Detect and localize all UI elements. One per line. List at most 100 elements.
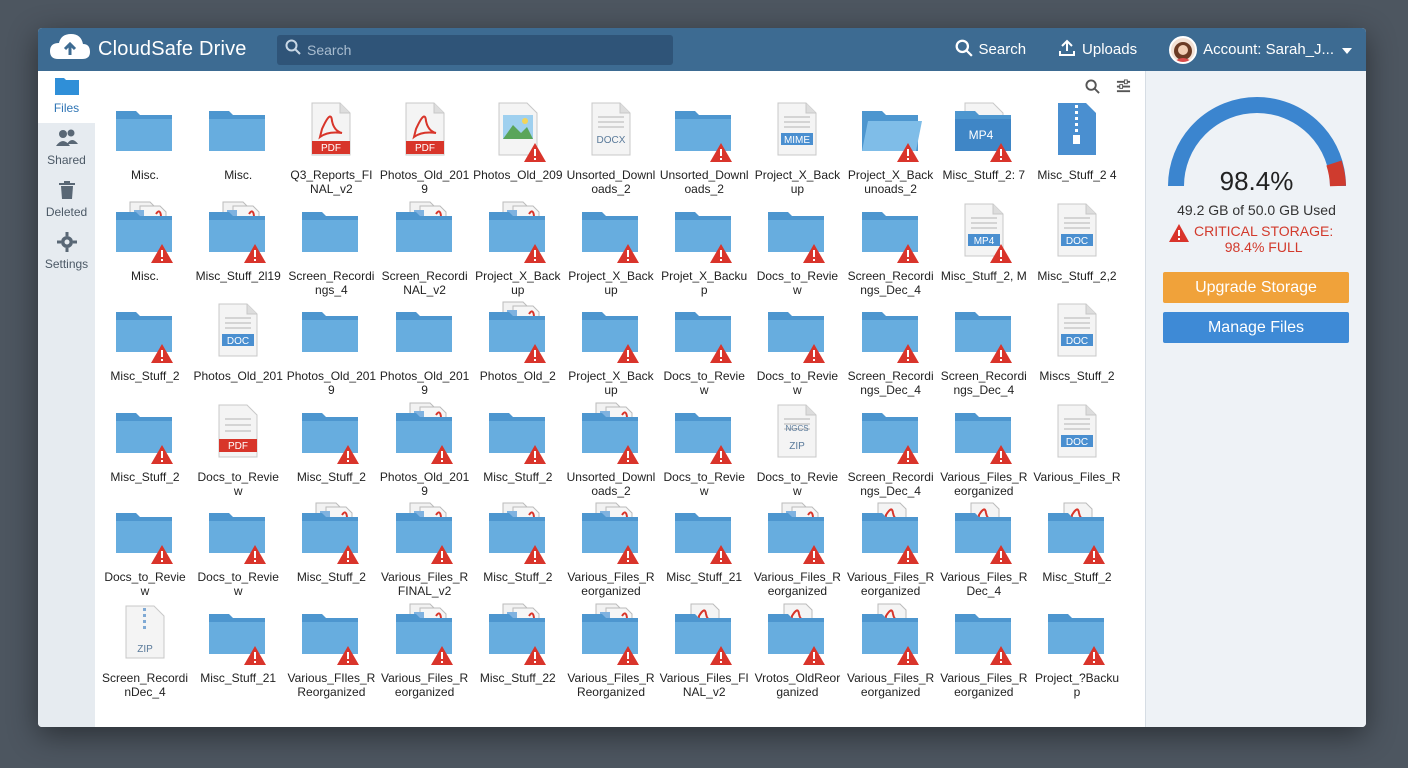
file-item[interactable]: Unsorted_Downloads_2 (657, 104, 751, 204)
file-item[interactable]: Misc_Stuff_21 (191, 607, 285, 707)
file-item[interactable]: NGCS ZIP Docs_to_Review (750, 404, 844, 506)
file-item[interactable]: Various_Files_Reorganized (844, 502, 938, 606)
file-item[interactable]: Screen_Recordings_4 (284, 205, 378, 305)
file-item[interactable]: Misc_Stuff_2 (284, 502, 378, 606)
file-item[interactable]: Project_X_Backunoads_2 (844, 104, 938, 204)
file-item[interactable]: MP4 Misc_Stuff_2, M (937, 203, 1031, 305)
file-item[interactable]: Misc_Stuff_2 (471, 502, 565, 606)
file-item[interactable]: Projet_X_Backup (657, 205, 751, 305)
file-item[interactable]: Vrotos_OldReorganized (750, 603, 844, 707)
file-item[interactable]: Misc. (98, 104, 192, 204)
docx-file-icon: DOCX (578, 99, 644, 162)
file-item[interactable]: Docs_to_Review (191, 506, 285, 606)
file-item[interactable]: Docs_to_Review (657, 305, 751, 405)
file-item[interactable]: Photos_Old_2019 (284, 305, 378, 405)
file-item[interactable]: Various_Files_Reorganized (750, 502, 844, 606)
file-name: Misc_Stuff_2 (483, 570, 553, 584)
cloud-logo-icon (48, 31, 92, 68)
file-item[interactable]: Misc_Stuff_2 4 (1030, 103, 1124, 204)
file-item[interactable]: Project_X_Backup (471, 201, 565, 305)
file-item[interactable]: Screen_Recordings_Dec_4 (844, 305, 938, 405)
file-item[interactable]: Misc. (191, 104, 285, 204)
file-item[interactable]: Screen_Recordings_Dec_4 (844, 205, 938, 305)
file-item[interactable]: Screen_Recordings_Dec_4 (844, 406, 938, 506)
warning-icon (616, 544, 640, 570)
search-button[interactable]: Search (955, 39, 1027, 61)
warning-icon (989, 645, 1013, 671)
file-item[interactable]: Various_Files_RFINAL_v2 (378, 502, 472, 606)
manage-files-button[interactable]: Manage Files (1163, 312, 1349, 343)
file-grid: Misc. Misc. PDF Q3_Reports_FINAL_v2 PDF Pho… (98, 102, 1138, 727)
file-item[interactable]: MP4 Misc_Stuff_2: 7 (937, 102, 1031, 204)
file-item[interactable]: PDF Q3_Reports_FINAL_v2 (284, 102, 378, 204)
sidebar-item-files[interactable]: Files (38, 71, 95, 123)
file-item[interactable]: Misc_Stuff_2 (284, 406, 378, 506)
file-item[interactable]: PDF Docs_to_Review (191, 404, 285, 506)
file-item[interactable]: DOCX Unsorted_Downloads_2 (564, 102, 658, 204)
file-item[interactable]: MIME Project_X_Backup (750, 102, 844, 204)
file-item[interactable]: Docs_to_Review (657, 406, 751, 506)
file-item[interactable]: Various_Files_Reorganized (844, 603, 938, 707)
file-item[interactable]: Various_Files_Reorganized (937, 406, 1031, 506)
file-name: Project_?Backup (1034, 670, 1120, 699)
file-item[interactable]: Misc_Stuff_2 (98, 305, 192, 405)
file-item[interactable]: Various_Files_Reorganized (378, 603, 472, 707)
search-input[interactable] (307, 41, 647, 58)
account-menu[interactable]: Account: Sarah_J... (1169, 35, 1352, 64)
file-item[interactable]: Misc_Stuff_2l19 (191, 201, 285, 305)
file-item[interactable]: Photos_Old_2019 (378, 305, 472, 405)
file-item[interactable]: Docs_to_Review (98, 506, 192, 606)
file-item[interactable]: Misc_Stuff_2 (471, 406, 565, 506)
file-item[interactable]: DOC Miscs_Stuff_2 (1030, 303, 1124, 405)
file-item[interactable]: Various_Files_Reorganized (937, 607, 1031, 707)
file-item[interactable]: Photos_Old_2 (471, 301, 565, 405)
file-item[interactable]: Project_?Backup (1030, 607, 1124, 707)
sidebar-item-deleted[interactable]: Deleted (38, 175, 95, 227)
filter-icon[interactable] (1116, 79, 1131, 99)
uploads-button[interactable]: Uploads (1058, 39, 1137, 61)
zip-file-icon: ZIP (112, 602, 178, 665)
sidebar-item-label: Settings (44, 257, 89, 271)
folder-icon (392, 300, 458, 363)
sidebar-item-settings[interactable]: Settings (38, 227, 95, 279)
svg-text:DOC: DOC (1066, 437, 1088, 448)
search-button-label: Search (978, 41, 1027, 58)
file-item[interactable]: DOC Photos_Old_201 (191, 303, 285, 405)
brand[interactable]: CloudSafe Drive (48, 31, 277, 68)
file-item[interactable]: Various_FIles_RReorganized (284, 607, 378, 707)
file-item[interactable]: Various_Files_RReorganized (564, 603, 658, 707)
file-item[interactable]: Docs_to_Review (750, 305, 844, 405)
file-item[interactable]: Unsorted_Downloads_2 (564, 402, 658, 506)
file-item[interactable]: Photos_Old_2019 (378, 402, 472, 506)
sidebar-item-shared[interactable]: Shared (38, 123, 95, 175)
file-item[interactable]: Screen_RecordiNAL_v2 (378, 201, 472, 305)
folder-icon (112, 99, 178, 162)
gear-icon (56, 232, 77, 257)
file-item[interactable]: Screen_Recordings_Dec_4 (937, 305, 1031, 405)
file-item[interactable]: Project_X_Backup (564, 305, 658, 405)
file-item[interactable]: Various_Files_RDec_4 (937, 502, 1031, 606)
file-item[interactable]: Misc. (98, 201, 192, 305)
file-item[interactable]: Project_X_Backup (564, 205, 658, 305)
search-box[interactable] (277, 34, 673, 65)
file-item[interactable]: Docs_to_Review (750, 205, 844, 305)
warning-icon (709, 444, 733, 470)
file-name: Misc_Stuff_2 (296, 469, 366, 484)
warning-icon (1082, 645, 1106, 671)
file-item[interactable]: Photos_Old_209 (471, 102, 565, 204)
file-item[interactable]: Misc_Stuff_21 (657, 506, 751, 606)
file-item[interactable]: ZIP Screen_RecordinDec_4 (98, 605, 192, 707)
search-icon[interactable] (1085, 79, 1100, 99)
file-item[interactable]: Misc_Stuff_22 (471, 603, 565, 707)
file-item[interactable]: Various_Files_FINAL_v2 (657, 603, 751, 707)
folder-icon (54, 76, 80, 101)
file-item[interactable]: PDF Photos_Old_2019 (378, 102, 472, 204)
file-item[interactable]: DOC Various_Files_R (1030, 404, 1124, 506)
file-item[interactable]: Various_Files_Reorganized (564, 502, 658, 606)
file-item[interactable]: Misc_Stuff_2 (1030, 502, 1124, 606)
upgrade-storage-button[interactable]: Upgrade Storage (1163, 272, 1349, 303)
mime-file-icon: MIME (764, 99, 830, 162)
file-item[interactable]: DOC Misc_Stuff_2,2 (1030, 203, 1124, 305)
file-name: Screen_Recordings_Dec_4 (940, 369, 1027, 397)
file-item[interactable]: Misc_Stuff_2 (98, 406, 192, 506)
